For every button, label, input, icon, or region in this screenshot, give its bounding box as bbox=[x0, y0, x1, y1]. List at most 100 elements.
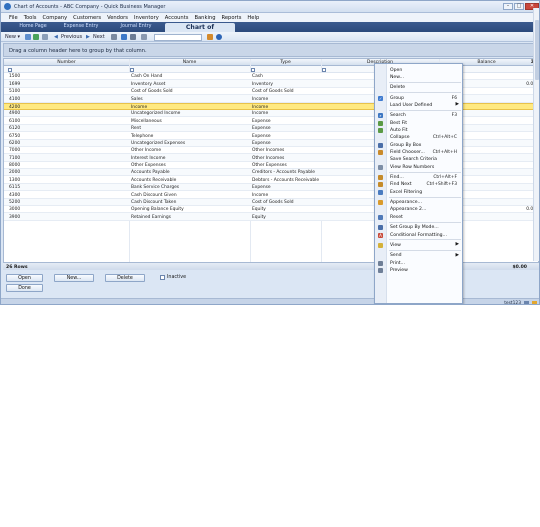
inactive-checkbox[interactable] bbox=[160, 275, 165, 280]
group-by-panel[interactable]: Drag a column header here to group by th… bbox=[3, 43, 539, 57]
folder-icon bbox=[532, 300, 537, 304]
cell-type: Income bbox=[252, 192, 269, 198]
open-button[interactable]: Open bbox=[6, 274, 43, 282]
menu-item-preview[interactable]: Preview bbox=[375, 266, 463, 274]
title-bar: Chart of Accounts - ABC Company - Quick … bbox=[1, 1, 539, 13]
help-icon[interactable] bbox=[216, 34, 222, 40]
menu-item-conditional-formatting[interactable]: A Conditional Formatting... bbox=[375, 231, 463, 239]
menu-item-label: Search bbox=[390, 113, 406, 119]
menu-item-label: Group By Box bbox=[390, 142, 422, 148]
menu-inventory[interactable]: Inventory bbox=[134, 13, 163, 22]
menu-item-reset[interactable]: Reset bbox=[375, 213, 463, 221]
cell-type: Other Incomes bbox=[252, 148, 285, 154]
column-header-number[interactable]: Number bbox=[4, 60, 129, 65]
menu-banking[interactable]: Banking bbox=[194, 13, 219, 22]
cell-name: Telephone bbox=[131, 133, 154, 139]
menu-item-label: Conditional Formatting... bbox=[390, 232, 447, 238]
menu-separator bbox=[389, 109, 461, 111]
app-window: Chart of Accounts - ABC Company - Quick … bbox=[0, 0, 540, 305]
cell-number: 6750 bbox=[9, 133, 21, 139]
minimize-button[interactable]: – bbox=[503, 3, 513, 10]
menu-item-new[interactable]: New... bbox=[375, 73, 463, 81]
tab-journal-entry[interactable]: Journal Entry bbox=[115, 23, 157, 32]
menu-item-shortcut: Ctrl+Shift+F3 bbox=[426, 182, 457, 188]
delete-button[interactable]: Delete bbox=[105, 274, 145, 282]
scrollbar-thumb[interactable] bbox=[535, 20, 539, 80]
menu-item-label: Appearance 2... bbox=[390, 207, 427, 213]
cell-number: 3000 bbox=[9, 207, 21, 213]
menu-separator bbox=[389, 249, 461, 251]
menu-item-load-user-defined[interactable]: Load User Defined ▶ bbox=[375, 101, 463, 109]
filter-name-icon[interactable] bbox=[130, 67, 134, 72]
cell-number: 4300 bbox=[9, 192, 21, 198]
print-icon[interactable] bbox=[111, 34, 117, 40]
menu-separator bbox=[389, 196, 461, 198]
search-input[interactable] bbox=[154, 33, 202, 41]
filter-number-icon[interactable] bbox=[8, 67, 12, 72]
inactive-label: Inactive bbox=[167, 275, 187, 280]
cell-name: Sales bbox=[131, 96, 143, 102]
cell-number: 6200 bbox=[9, 140, 21, 146]
cell-name: Retained Earnings bbox=[131, 214, 171, 220]
menu-item-label: Set Group By Mode... bbox=[390, 225, 439, 231]
filter-description-icon[interactable] bbox=[322, 67, 326, 72]
submenu-arrow-icon: ▶ bbox=[455, 252, 459, 258]
tab-home-page[interactable]: Home Page bbox=[11, 23, 55, 32]
balance-total: $0.00 bbox=[512, 264, 527, 270]
done-button[interactable]: Done bbox=[6, 284, 43, 292]
filter-type-icon[interactable] bbox=[251, 67, 255, 72]
group-by-hint: Drag a column header here to group by th… bbox=[9, 48, 147, 54]
menu-tools[interactable]: Tools bbox=[24, 13, 41, 22]
menu-item-label: Preview bbox=[390, 267, 408, 273]
menu-item-excel-filtering[interactable]: Excel Filtering bbox=[375, 188, 463, 196]
column-header-type[interactable]: Type bbox=[250, 60, 321, 65]
menu-item-view[interactable]: View ▶ bbox=[375, 241, 463, 249]
reload-icon[interactable] bbox=[33, 34, 39, 40]
menu-company[interactable]: Company bbox=[42, 13, 71, 22]
menu-file[interactable]: File bbox=[9, 13, 22, 22]
binoculars-icon[interactable] bbox=[141, 34, 147, 40]
vertical-scrollbar[interactable] bbox=[533, 8, 539, 261]
export-icon[interactable] bbox=[130, 34, 136, 40]
cell-number: 7100 bbox=[9, 155, 21, 161]
next-arrow-icon[interactable]: ▶ bbox=[86, 34, 90, 40]
new-button[interactable]: New ▾ bbox=[5, 34, 20, 40]
best-fit-icon bbox=[378, 120, 383, 126]
cell-number: 1300 bbox=[9, 177, 21, 183]
cell-number: 5200 bbox=[9, 200, 21, 206]
columns-icon[interactable] bbox=[42, 34, 48, 40]
menu-customers[interactable]: Customers bbox=[73, 13, 105, 22]
lock-icon[interactable] bbox=[207, 34, 213, 40]
menu-help[interactable]: Help bbox=[247, 13, 263, 22]
menu-item-label: Appearance... bbox=[390, 200, 422, 206]
menu-item-view-row-numbers[interactable]: View Row Numbers bbox=[375, 163, 463, 171]
menu-item-shortcut: F6 bbox=[451, 95, 457, 101]
menu-bar: File Tools Company Customers Vendors Inv… bbox=[1, 13, 539, 22]
column-header-name[interactable]: Name bbox=[129, 60, 250, 65]
menu-item-shortcut: F3 bbox=[451, 113, 457, 119]
tab-expense-entry[interactable]: Expense Entry bbox=[59, 23, 103, 32]
menu-item-label: Auto Fit bbox=[390, 127, 408, 133]
previous-arrow-icon[interactable]: ◀ bbox=[54, 34, 58, 40]
cell-number: 6115 bbox=[9, 185, 21, 191]
context-menu: Open New... Delete ✓ Group F6 Load User Define… bbox=[374, 63, 463, 304]
previous-button[interactable]: Previous bbox=[61, 34, 82, 40]
tab-chart-of-accounts[interactable]: Chart of Accounts× bbox=[165, 23, 235, 40]
cell-type: Equity bbox=[252, 207, 266, 213]
menu-accounts[interactable]: Accounts bbox=[165, 13, 193, 22]
menu-reports[interactable]: Reports bbox=[222, 13, 246, 22]
menu-item-delete[interactable]: Delete bbox=[375, 84, 463, 92]
menu-vendors[interactable]: Vendors bbox=[107, 13, 132, 22]
email-icon[interactable] bbox=[121, 34, 127, 40]
group-box-icon bbox=[378, 142, 383, 148]
cell-name: Other Income bbox=[131, 148, 162, 154]
row-numbers-icon bbox=[378, 164, 383, 170]
cell-number: 4100 bbox=[9, 96, 21, 102]
refresh-icon[interactable] bbox=[25, 34, 31, 40]
print-icon bbox=[378, 260, 383, 266]
app-logo-icon bbox=[4, 3, 11, 10]
new-account-button[interactable]: New... bbox=[54, 274, 94, 282]
next-button[interactable]: Next bbox=[93, 34, 105, 40]
maximize-button[interactable]: □ bbox=[514, 3, 524, 10]
current-user: test123 bbox=[504, 300, 521, 305]
